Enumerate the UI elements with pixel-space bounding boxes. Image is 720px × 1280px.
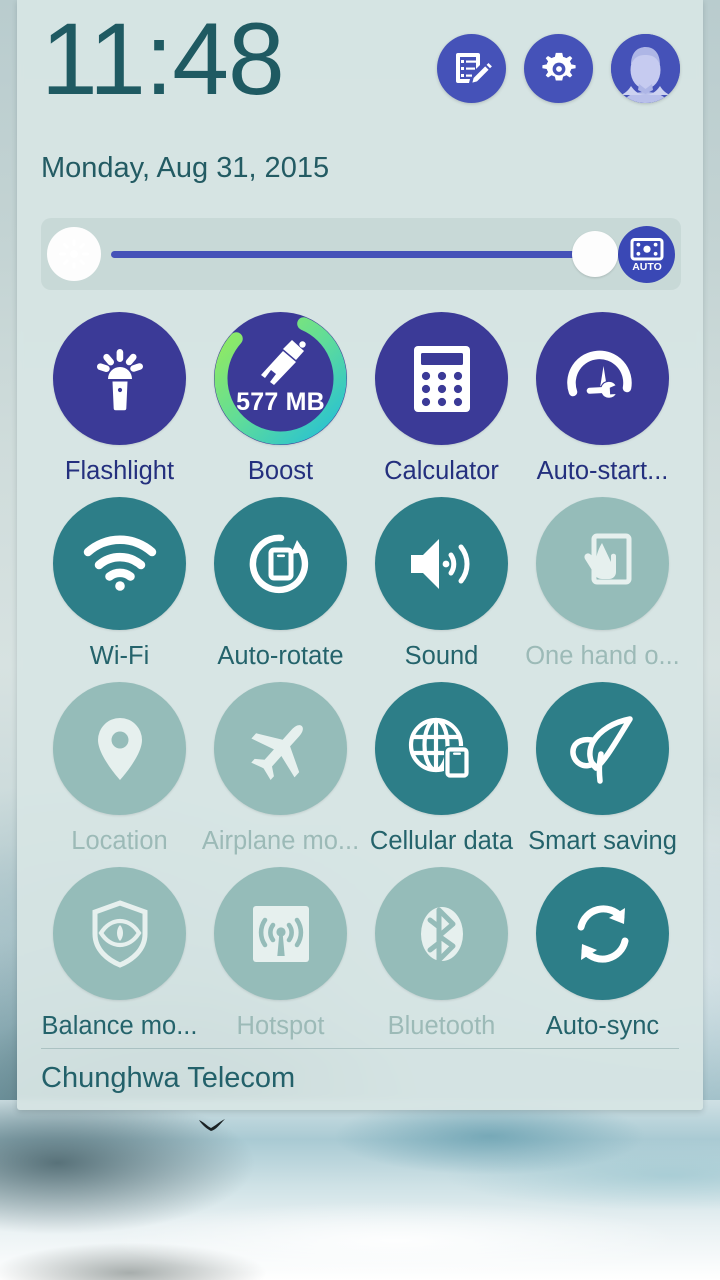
cellular-data-icon bbox=[408, 717, 470, 779]
brightness-slider[interactable] bbox=[111, 218, 618, 290]
toggle-tile-auto-rotate[interactable]: Auto-rotate bbox=[200, 497, 361, 682]
boost-tile-icon[interactable]: 577 MB bbox=[214, 312, 347, 445]
toggle-label-airplane: Airplane mo... bbox=[201, 827, 360, 855]
auto-brightness-icon: AUTO bbox=[630, 238, 663, 273]
toggle-grid: Flashlight 577 MB Boost Calculator Auto-… bbox=[39, 312, 683, 1052]
brightness-slider-track bbox=[111, 251, 614, 258]
user-profile-button[interactable] bbox=[611, 34, 680, 103]
edit-note-icon bbox=[455, 52, 492, 83]
header-actions bbox=[437, 34, 680, 103]
toggle-label-bluetooth: Bluetooth bbox=[387, 1012, 496, 1040]
location-tile-icon[interactable] bbox=[53, 682, 186, 815]
wifi-tile-icon[interactable] bbox=[53, 497, 186, 630]
hotspot-icon bbox=[252, 905, 309, 962]
toggle-label-auto-rotate: Auto-rotate bbox=[217, 642, 344, 670]
auto-sync-tile-icon[interactable] bbox=[536, 867, 669, 1000]
auto-brightness-label: AUTO bbox=[632, 261, 662, 273]
quick-settings-panel: 11:48 Monday, Aug 31, 2015 AUTO Flashlig… bbox=[17, 0, 703, 1110]
boost-memory-badge: 577 MB bbox=[236, 388, 325, 416]
boost-broom-icon bbox=[260, 340, 306, 385]
toggle-label-auto-start: Auto-start... bbox=[536, 457, 669, 485]
bluetooth-tile-icon[interactable] bbox=[375, 867, 508, 1000]
toggle-tile-airplane[interactable]: Airplane mo... bbox=[200, 682, 361, 867]
toggle-label-calculator: Calculator bbox=[384, 457, 499, 485]
toggle-label-hotspot: Hotspot bbox=[236, 1012, 325, 1040]
avatar-icon bbox=[611, 34, 680, 103]
toggle-label-balance-mode: Balance mo... bbox=[41, 1012, 198, 1040]
settings-button[interactable] bbox=[524, 34, 593, 103]
auto-rotate-icon bbox=[249, 534, 308, 593]
leaf-icon bbox=[569, 715, 633, 784]
toggle-tile-hotspot[interactable]: Hotspot bbox=[200, 867, 361, 1052]
bluetooth-icon bbox=[420, 906, 463, 962]
clock: 11:48 bbox=[41, 2, 285, 116]
footer-divider bbox=[41, 1048, 679, 1049]
toggle-tile-auto-sync[interactable]: Auto-sync bbox=[522, 867, 683, 1052]
wifi-icon bbox=[83, 535, 156, 591]
flashlight-tile-icon[interactable] bbox=[53, 312, 186, 445]
calculator-tile-icon[interactable] bbox=[375, 312, 508, 445]
smart-saving-tile-icon[interactable] bbox=[536, 682, 669, 815]
toggle-tile-calculator[interactable]: Calculator bbox=[361, 312, 522, 497]
toggle-tile-cellular-data[interactable]: Cellular data bbox=[361, 682, 522, 867]
carrier-name: Chunghwa Telecom bbox=[41, 1062, 296, 1094]
toggle-tile-location[interactable]: Location bbox=[39, 682, 200, 867]
balance-mode-tile-icon[interactable] bbox=[53, 867, 186, 1000]
wallpaper-seascape bbox=[0, 1100, 720, 1280]
hotspot-tile-icon[interactable] bbox=[214, 867, 347, 1000]
toggle-label-flashlight: Flashlight bbox=[64, 457, 175, 485]
toggle-tile-auto-start[interactable]: Auto-start... bbox=[522, 312, 683, 497]
one-hand-icon bbox=[583, 533, 631, 584]
date: Monday, Aug 31, 2015 bbox=[41, 152, 330, 184]
one-hand-tile-icon[interactable] bbox=[536, 497, 669, 630]
airplane-tile-icon[interactable] bbox=[214, 682, 347, 815]
toggle-tile-one-hand[interactable]: One hand o... bbox=[522, 497, 683, 682]
bird-silhouette bbox=[199, 1119, 225, 1131]
toggle-tile-boost[interactable]: 577 MB Boost bbox=[200, 312, 361, 497]
toggle-tile-balance-mode[interactable]: Balance mo... bbox=[39, 867, 200, 1052]
toggle-label-smart-saving: Smart saving bbox=[528, 827, 677, 855]
calculator-icon bbox=[413, 345, 470, 412]
shield-eye-icon bbox=[92, 899, 147, 968]
cellular-data-tile-icon[interactable] bbox=[375, 682, 508, 815]
toggle-label-sound: Sound bbox=[404, 642, 479, 670]
auto-sync-icon bbox=[577, 904, 628, 963]
toggle-tile-sound[interactable]: Sound bbox=[361, 497, 522, 682]
toggle-label-wifi: Wi-Fi bbox=[89, 642, 150, 670]
panel-header: 11:48 Monday, Aug 31, 2015 bbox=[17, 0, 703, 200]
sound-tile-icon[interactable] bbox=[375, 497, 508, 630]
toggle-label-auto-sync: Auto-sync bbox=[545, 1012, 660, 1040]
toggle-label-one-hand: One hand o... bbox=[525, 642, 680, 670]
toggle-tile-flashlight[interactable]: Flashlight bbox=[39, 312, 200, 497]
toggle-label-location: Location bbox=[71, 827, 168, 855]
brightness-row: AUTO bbox=[41, 218, 681, 290]
flashlight-icon bbox=[96, 348, 143, 410]
auto-brightness-button[interactable]: AUTO bbox=[618, 225, 675, 283]
brightness-icon bbox=[47, 227, 101, 281]
toggle-tile-wifi[interactable]: Wi-Fi bbox=[39, 497, 200, 682]
auto-start-tile-icon[interactable] bbox=[536, 312, 669, 445]
brightness-slider-knob[interactable] bbox=[572, 231, 618, 277]
sound-icon bbox=[410, 538, 469, 589]
toggle-label-cellular-data: Cellular data bbox=[369, 827, 514, 855]
location-pin-icon bbox=[97, 717, 142, 780]
auto-rotate-tile-icon[interactable] bbox=[214, 497, 347, 630]
gear-icon bbox=[541, 52, 576, 81]
toggle-tile-smart-saving[interactable]: Smart saving bbox=[522, 682, 683, 867]
airplane-icon bbox=[250, 724, 303, 780]
toggle-label-boost: Boost bbox=[247, 457, 314, 485]
quick-settings-edit-button[interactable] bbox=[437, 34, 506, 103]
auto-start-icon bbox=[566, 350, 632, 399]
toggle-tile-bluetooth[interactable]: Bluetooth bbox=[361, 867, 522, 1052]
boost-brush-wrap bbox=[214, 338, 347, 388]
